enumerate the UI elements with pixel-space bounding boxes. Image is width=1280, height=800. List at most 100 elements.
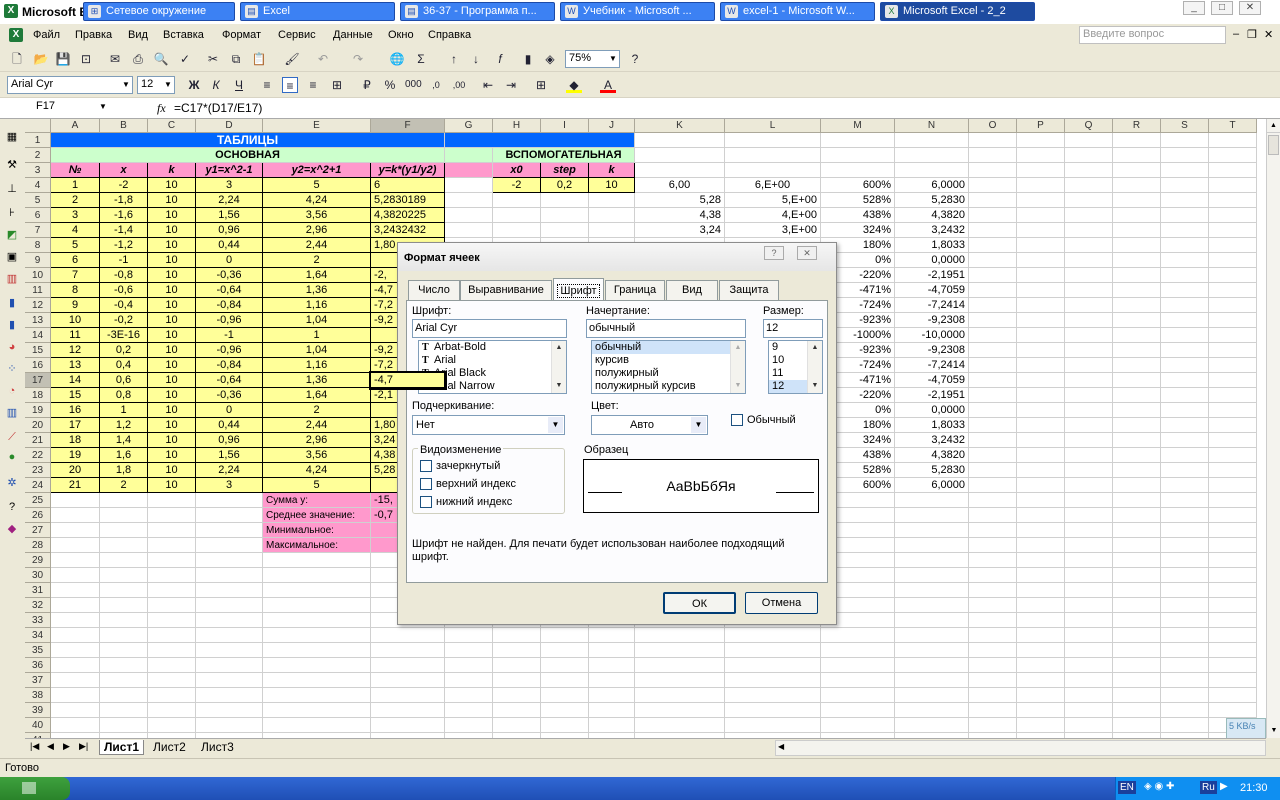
taskbar-item-program[interactable]: ▤ 36-37 - Программа п... bbox=[400, 2, 555, 21]
data-cell[interactable]: -0,36 bbox=[196, 388, 263, 403]
grid-cell[interactable] bbox=[1161, 238, 1209, 253]
grid-cell[interactable] bbox=[1017, 403, 1065, 418]
formatted-value-cell[interactable]: 5,E+00 bbox=[725, 193, 821, 208]
grid-cell[interactable] bbox=[1065, 223, 1113, 238]
grid-cell[interactable] bbox=[1113, 418, 1161, 433]
grid-cell[interactable] bbox=[1161, 373, 1209, 388]
grid-cell[interactable] bbox=[1113, 568, 1161, 583]
grid-cell[interactable] bbox=[969, 433, 1017, 448]
grid-cell[interactable] bbox=[196, 658, 263, 673]
zoom-select[interactable]: 75% ▼ bbox=[565, 50, 620, 68]
grid-cell[interactable] bbox=[589, 703, 635, 718]
tools-icon[interactable]: ⚒ bbox=[4, 157, 20, 173]
grid-cell[interactable] bbox=[1065, 613, 1113, 628]
grid-cell[interactable] bbox=[100, 613, 148, 628]
grid-cell[interactable] bbox=[1017, 193, 1065, 208]
grid-cell[interactable] bbox=[1065, 208, 1113, 223]
grid-cell[interactable] bbox=[1161, 448, 1209, 463]
formatted-value-cell[interactable]: 1,8033 bbox=[895, 238, 969, 253]
data-cell[interactable]: 1 bbox=[51, 178, 100, 193]
grid-cell[interactable] bbox=[1113, 643, 1161, 658]
book-icon[interactable]: ◆ bbox=[4, 521, 20, 537]
grid-cell[interactable] bbox=[148, 718, 196, 733]
grid-cell[interactable] bbox=[100, 538, 148, 553]
row-header[interactable]: 40 bbox=[25, 718, 51, 733]
undo-icon[interactable]: ↶ bbox=[315, 51, 331, 67]
superscript-checkbox[interactable] bbox=[420, 478, 432, 490]
grid-cell[interactable] bbox=[725, 133, 821, 148]
grid-cell[interactable] bbox=[51, 523, 100, 538]
grid-cell[interactable] bbox=[1065, 268, 1113, 283]
grid-cell[interactable] bbox=[1065, 358, 1113, 373]
grid-cell[interactable] bbox=[1161, 268, 1209, 283]
grid-cell[interactable] bbox=[1161, 223, 1209, 238]
grid-cell[interactable] bbox=[1113, 133, 1161, 148]
data-cell[interactable]: 10 bbox=[148, 478, 196, 493]
strikethrough-checkbox[interactable] bbox=[420, 460, 432, 472]
grid-cell[interactable] bbox=[1017, 493, 1065, 508]
data-cell[interactable]: 10 bbox=[51, 313, 100, 328]
grid-cell[interactable] bbox=[445, 208, 493, 223]
grid-cell[interactable] bbox=[821, 163, 895, 178]
grid-cell[interactable] bbox=[1065, 328, 1113, 343]
grid-cell[interactable] bbox=[148, 643, 196, 658]
row-header[interactable]: 36 bbox=[25, 658, 51, 673]
grid-cell[interactable] bbox=[541, 688, 589, 703]
formula-input[interactable]: =C17*(D17/E17) bbox=[174, 101, 262, 115]
counter-icon[interactable]: ▣ bbox=[4, 249, 20, 265]
grid-cell[interactable] bbox=[196, 523, 263, 538]
formatted-value-cell[interactable]: 4,3820 bbox=[895, 448, 969, 463]
grid-cell[interactable] bbox=[895, 718, 969, 733]
data-cell[interactable]: 10 bbox=[148, 298, 196, 313]
email-icon[interactable]: ✉ bbox=[107, 51, 123, 67]
data-cell[interactable]: 7 bbox=[51, 268, 100, 283]
grid-cell[interactable] bbox=[895, 538, 969, 553]
grid-cell[interactable] bbox=[1017, 688, 1065, 703]
grid-cell[interactable] bbox=[1113, 283, 1161, 298]
data-cell[interactable]: 2 bbox=[51, 193, 100, 208]
font-size-list[interactable]: 9 10 11 12 ▲ ▼ bbox=[768, 340, 823, 394]
calculator-icon[interactable]: ▦ bbox=[4, 129, 20, 145]
data-cell[interactable]: 0,6 bbox=[100, 373, 148, 388]
decrease-indent-icon[interactable]: ⇤ bbox=[480, 77, 496, 93]
grid-cell[interactable] bbox=[445, 193, 493, 208]
row-header[interactable]: 3 bbox=[25, 163, 51, 178]
grid-cell[interactable] bbox=[445, 658, 493, 673]
grid-cell[interactable] bbox=[895, 553, 969, 568]
grid-cell[interactable] bbox=[589, 718, 635, 733]
scroll-up-icon[interactable]: ▲ bbox=[731, 341, 745, 355]
data-cell[interactable]: 8 bbox=[51, 283, 100, 298]
grid-cell[interactable] bbox=[969, 448, 1017, 463]
scroll-up-icon[interactable]: ▲ bbox=[808, 341, 822, 355]
grid-cell[interactable] bbox=[1161, 538, 1209, 553]
grid-cell[interactable] bbox=[1065, 688, 1113, 703]
grid-cell[interactable] bbox=[196, 508, 263, 523]
grid-cell[interactable] bbox=[969, 268, 1017, 283]
grid-cell[interactable] bbox=[1065, 388, 1113, 403]
grid-cell[interactable] bbox=[1017, 208, 1065, 223]
scroll-down-icon[interactable]: ▼ bbox=[1267, 724, 1280, 738]
formatted-value-cell[interactable]: 3,24 bbox=[635, 223, 725, 238]
grid-cell[interactable] bbox=[263, 553, 371, 568]
grid-cell[interactable] bbox=[1065, 643, 1113, 658]
data-cell[interactable]: -0,64 bbox=[196, 283, 263, 298]
grid-cell[interactable] bbox=[51, 688, 100, 703]
data-cell[interactable]: 10 bbox=[148, 193, 196, 208]
percent-icon[interactable]: % bbox=[382, 77, 398, 93]
line-chart-icon[interactable]: ⟋ bbox=[4, 429, 20, 445]
grid-cell[interactable] bbox=[1017, 433, 1065, 448]
normal-font-checkbox[interactable] bbox=[731, 414, 743, 426]
grid-cell[interactable] bbox=[1209, 688, 1257, 703]
style-list-item[interactable]: обычный bbox=[592, 341, 745, 354]
menu-window[interactable]: Окно bbox=[388, 29, 414, 41]
data-cell[interactable]: -1 bbox=[100, 253, 148, 268]
grid-cell[interactable] bbox=[1161, 673, 1209, 688]
data-cell[interactable]: -0,4 bbox=[100, 298, 148, 313]
data-cell[interactable]: 1,8 bbox=[100, 463, 148, 478]
formatted-value-cell[interactable]: -10,0000 bbox=[895, 328, 969, 343]
redo-icon[interactable]: ↷ bbox=[350, 51, 366, 67]
grid-cell[interactable] bbox=[969, 178, 1017, 193]
grid-cell[interactable] bbox=[51, 643, 100, 658]
grid-cell[interactable] bbox=[1113, 538, 1161, 553]
data-cell[interactable]: 2,96 bbox=[263, 433, 371, 448]
